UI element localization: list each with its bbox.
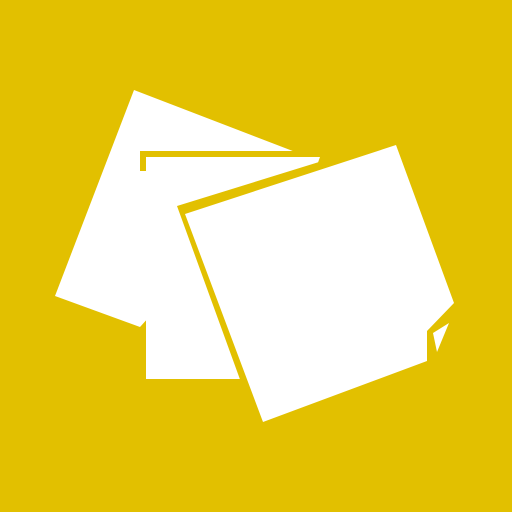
sticky-notes-app-tile[interactable] — [0, 0, 512, 512]
sticky-notes-icon — [55, 90, 464, 429]
